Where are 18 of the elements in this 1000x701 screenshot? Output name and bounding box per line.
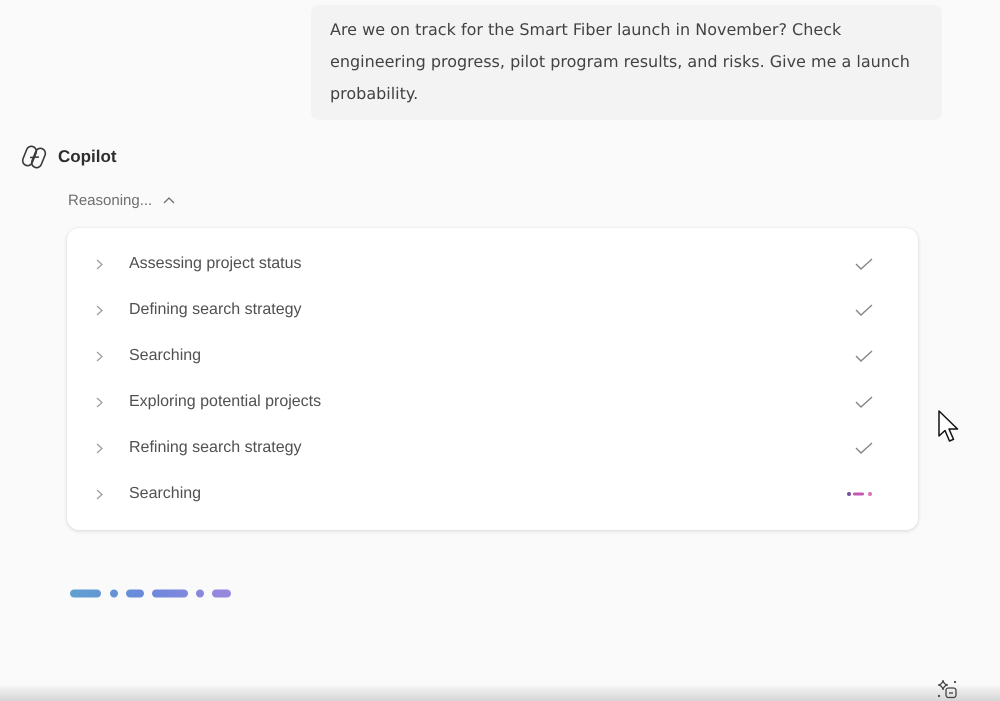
logo-icon <box>21 144 48 170</box>
step-title: Searching <box>129 485 202 503</box>
step-title: Refining search strategy <box>129 439 303 457</box>
sparkle-icon[interactable] <box>936 679 958 699</box>
step-title: Defining search strategy <box>129 301 303 319</box>
chevron-icon[interactable] <box>96 304 103 316</box>
assistant-name: Copilot <box>58 147 117 167</box>
chevron-icon[interactable] <box>96 442 103 454</box>
chevron-icon[interactable] <box>96 350 103 362</box>
step-title: Searching <box>129 347 202 365</box>
reasoning-toggle[interactable]: Reasoning... <box>68 190 176 210</box>
chevron-icon[interactable] <box>96 488 103 500</box>
step-title: Exploring potential projects <box>129 393 322 411</box>
loading-indicator-icon <box>70 589 231 598</box>
chevron-icon[interactable] <box>96 396 103 408</box>
message-text: Are we on track for the Smart Fiber launch in November? Check engineering progress, pilot program results, and risks. Give me a launch probability. <box>330 19 911 105</box>
step-title: Assessing project status <box>129 255 303 273</box>
chevron-icon[interactable] <box>96 258 103 270</box>
